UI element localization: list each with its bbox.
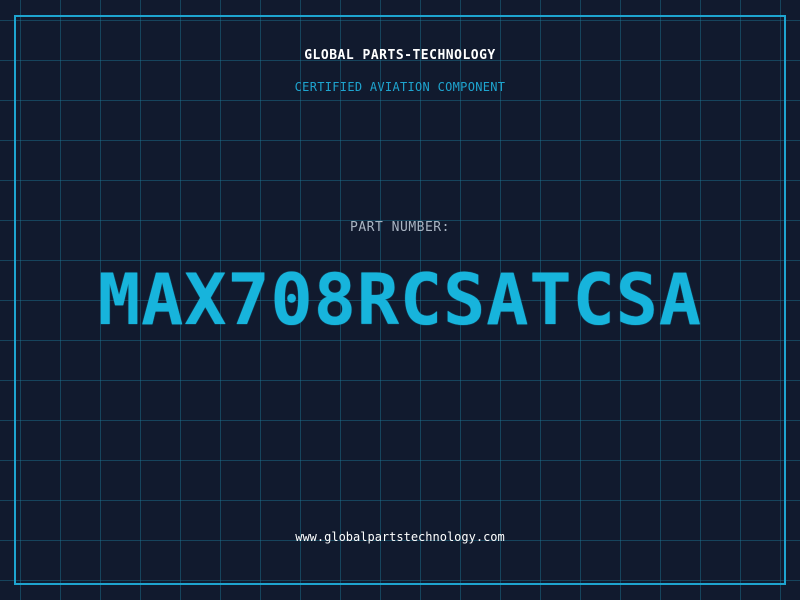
part-number-label: PART NUMBER: bbox=[350, 220, 450, 235]
company-name: GLOBAL PARTS-TECHNOLOGY bbox=[304, 48, 496, 63]
certification-subtitle: CERTIFIED AVIATION COMPONENT bbox=[294, 80, 506, 94]
card-canvas: GLOBAL PARTS-TECHNOLOGY CERTIFIED AVIATI… bbox=[0, 0, 800, 600]
website-url: www.globalpartstechnology.com bbox=[295, 530, 505, 544]
part-number-value: MAX708RCSATCSA bbox=[97, 259, 702, 341]
